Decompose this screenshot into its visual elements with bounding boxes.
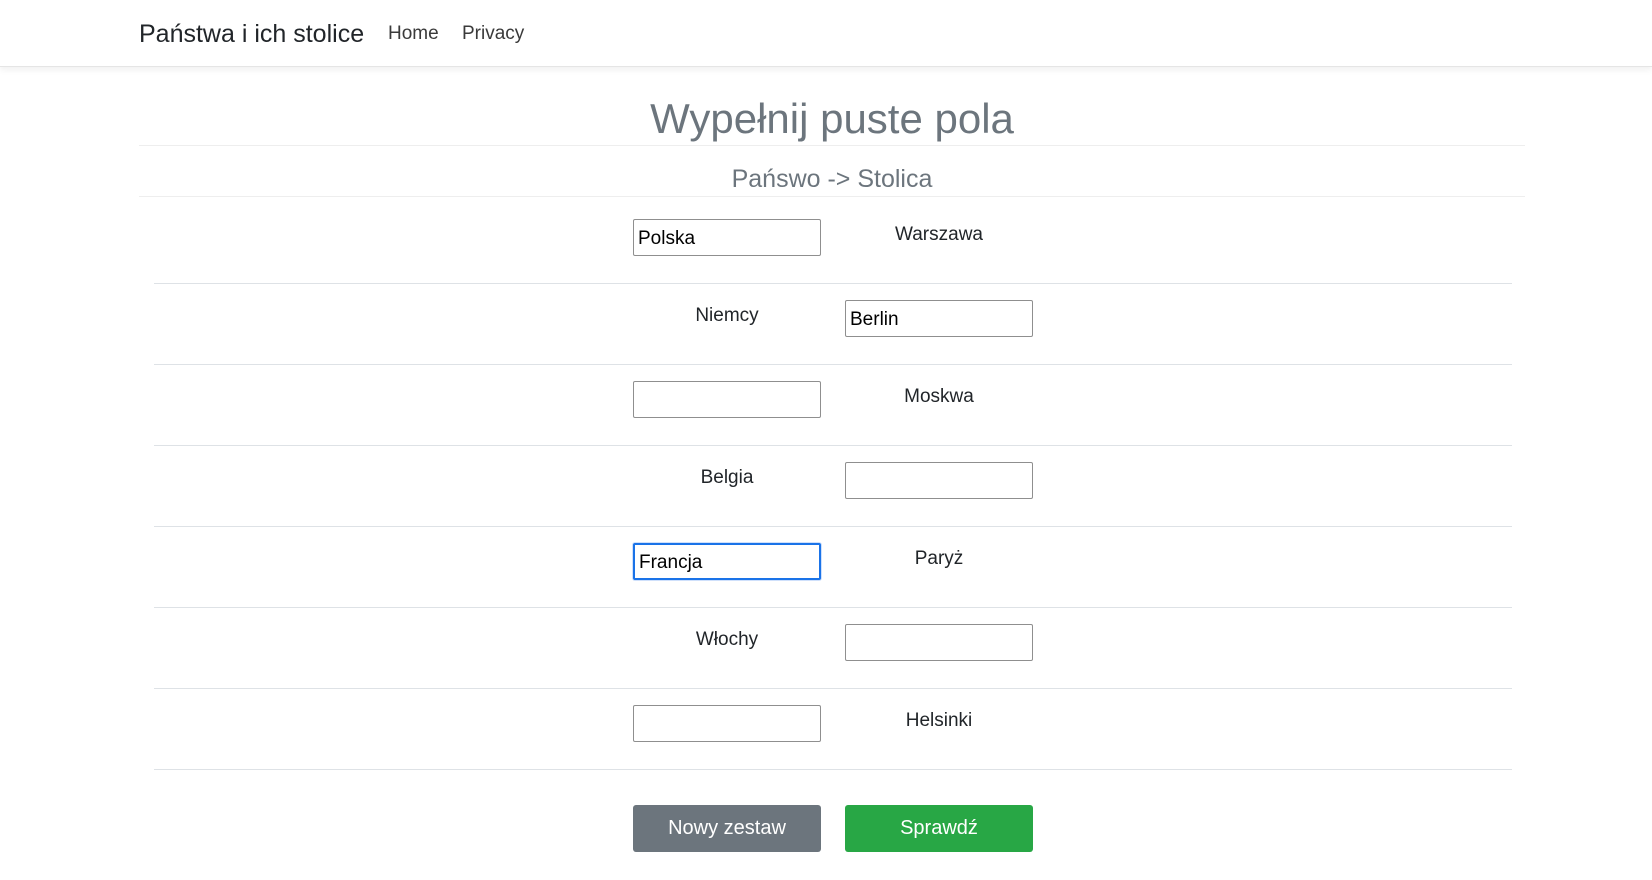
quiz-row: Włochy bbox=[154, 608, 1512, 689]
capital-cell bbox=[845, 300, 1033, 337]
capital-input[interactable] bbox=[845, 624, 1033, 661]
subtitle-divider bbox=[139, 196, 1525, 197]
capital-cell: Helsinki bbox=[845, 705, 1033, 742]
country-cell bbox=[633, 543, 821, 580]
page-subtitle: Pańswo -> Stolica bbox=[731, 165, 933, 193]
country-cell: Belgia bbox=[633, 462, 821, 499]
page-title: Wypełnij puste pola bbox=[650, 95, 1014, 142]
capital-cell bbox=[845, 462, 1033, 499]
title-divider bbox=[139, 145, 1525, 146]
nav-link-home[interactable]: Home bbox=[388, 22, 439, 46]
country-cell bbox=[633, 705, 821, 742]
capital-input[interactable] bbox=[845, 300, 1033, 337]
capital-label: Moskwa bbox=[904, 386, 974, 407]
capital-cell: Moskwa bbox=[845, 381, 1033, 418]
country-cell bbox=[633, 381, 821, 418]
navbar-brand[interactable]: Państwa i ich stolice bbox=[139, 18, 364, 50]
capital-label: Paryż bbox=[914, 548, 964, 569]
country-label: Włochy bbox=[695, 629, 759, 650]
country-input[interactable] bbox=[633, 705, 821, 742]
country-input[interactable] bbox=[633, 381, 821, 418]
capital-cell bbox=[845, 624, 1033, 661]
capital-cell: Paryż bbox=[845, 543, 1033, 580]
quiz-row: Belgia bbox=[154, 446, 1512, 527]
quiz-row: Warszawa bbox=[154, 203, 1512, 284]
country-input[interactable] bbox=[633, 219, 821, 256]
country-cell bbox=[633, 219, 821, 256]
check-button[interactable]: Sprawdź bbox=[845, 805, 1033, 852]
quiz-row: Moskwa bbox=[154, 365, 1512, 446]
top-navbar: Państwa i ich stolice Home Privacy bbox=[0, 0, 1652, 67]
country-cell: Niemcy bbox=[633, 300, 821, 337]
quiz-row: Paryż bbox=[154, 527, 1512, 608]
country-input[interactable] bbox=[633, 543, 821, 580]
country-cell: Włochy bbox=[633, 624, 821, 661]
country-label: Niemcy bbox=[695, 305, 759, 326]
new-set-button[interactable]: Nowy zestaw bbox=[633, 805, 821, 852]
quiz-row: Niemcy bbox=[154, 284, 1512, 365]
capital-label: Warszawa bbox=[895, 224, 983, 245]
nav-link-privacy[interactable]: Privacy bbox=[462, 22, 524, 46]
quiz-row: Helsinki bbox=[154, 689, 1512, 770]
capital-cell: Warszawa bbox=[845, 219, 1033, 256]
capital-label: Helsinki bbox=[905, 710, 973, 731]
capital-input[interactable] bbox=[845, 462, 1033, 499]
country-label: Belgia bbox=[700, 467, 754, 488]
